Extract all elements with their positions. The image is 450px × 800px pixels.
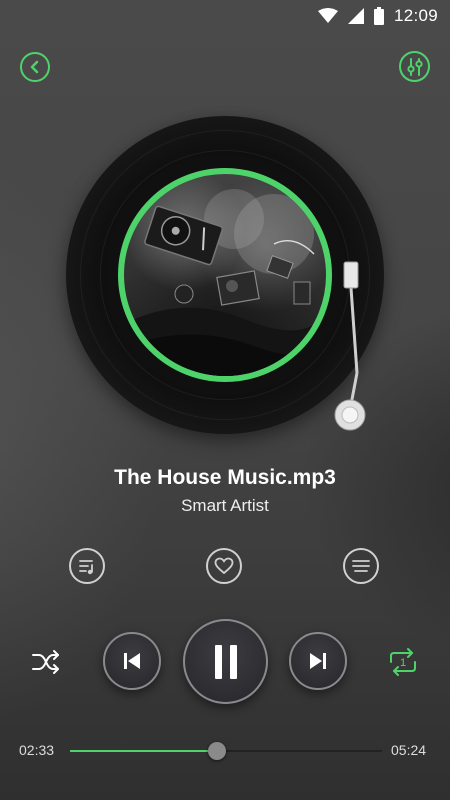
- repeat-one-button[interactable]: 1: [387, 646, 419, 678]
- equalizer-button[interactable]: [399, 51, 430, 82]
- song-title: The House Music.mp3: [114, 466, 336, 489]
- skip-next-icon: [310, 653, 326, 669]
- album-art-image: [124, 189, 326, 376]
- skip-previous-icon: [124, 653, 140, 669]
- status-icons: 12:09: [317, 6, 438, 26]
- progress-thumb[interactable]: [208, 742, 227, 760]
- shuffle-icon: [32, 650, 59, 674]
- equalizer-icon: [406, 57, 423, 76]
- back-button[interactable]: [20, 52, 50, 82]
- previous-button[interactable]: [103, 632, 161, 690]
- album-art: [118, 168, 332, 382]
- tonearm: [334, 261, 366, 431]
- repeat-badge: 1: [400, 657, 406, 669]
- wifi-icon: [317, 8, 338, 23]
- menu-icon: [352, 560, 370, 572]
- next-button[interactable]: [289, 632, 347, 690]
- signal-icon: [347, 8, 364, 24]
- progress-bar[interactable]: [70, 742, 382, 760]
- play-pause-button[interactable]: [183, 619, 268, 704]
- favorite-button[interactable]: [206, 548, 242, 584]
- playlist-button[interactable]: [69, 548, 105, 584]
- chevron-left-icon: [30, 60, 39, 74]
- status-clock: 12:09: [393, 6, 438, 25]
- time-elapsed: 02:33: [19, 742, 55, 758]
- pause-icon: [214, 644, 237, 679]
- shuffle-button[interactable]: [30, 646, 62, 678]
- artist-name: Smart Artist: [181, 496, 269, 515]
- progress-fill: [70, 750, 218, 752]
- playlist-icon: [79, 560, 93, 575]
- status-bar: 12:09: [0, 0, 450, 32]
- repeat-one-icon: 1: [390, 648, 416, 676]
- menu-button[interactable]: [343, 548, 379, 584]
- heart-icon: [214, 557, 234, 575]
- battery-icon: [373, 7, 384, 25]
- time-total: 05:24: [391, 742, 427, 758]
